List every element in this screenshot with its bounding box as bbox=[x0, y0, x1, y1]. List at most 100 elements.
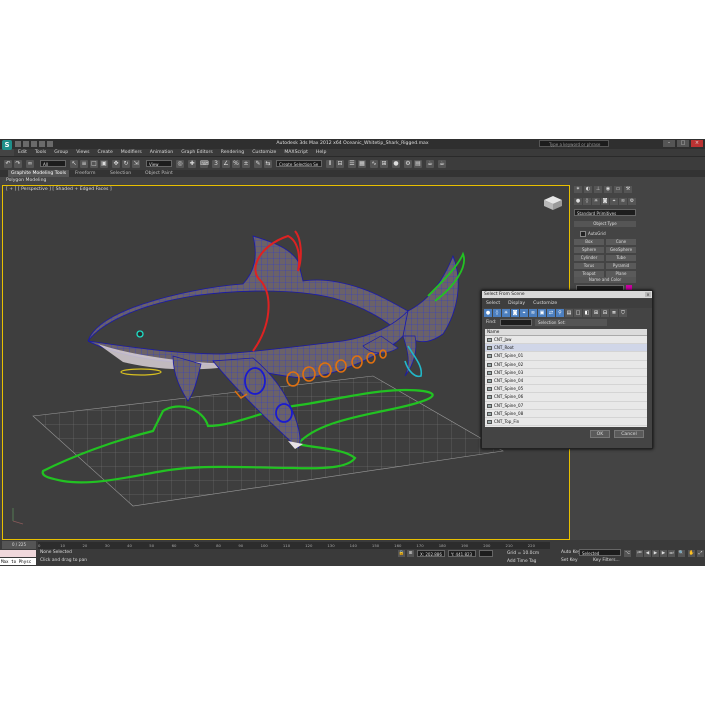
space-warps-filter-icon[interactable]: ≋ bbox=[529, 309, 537, 317]
head-control-spline[interactable] bbox=[252, 280, 270, 352]
previous-frame-icon[interactable]: ◀ bbox=[644, 550, 651, 557]
window-crossing-icon[interactable]: ▣ bbox=[100, 160, 108, 168]
link-icon[interactable]: ∞ bbox=[26, 160, 34, 168]
next-frame-icon[interactable]: ▶ bbox=[660, 550, 667, 557]
list-item[interactable]: CNT_Spine_02 bbox=[485, 361, 647, 369]
graphite-toggle-icon[interactable]: ▦ bbox=[358, 160, 366, 168]
torus-button[interactable]: Torus bbox=[574, 263, 604, 269]
menu-rendering[interactable]: Rendering bbox=[217, 149, 248, 156]
keyboard-shortcut-icon[interactable]: ⌨ bbox=[200, 160, 209, 168]
box-button[interactable]: Box bbox=[574, 239, 604, 245]
list-item[interactable]: CNT_Spine_01 bbox=[485, 352, 647, 361]
key-mode-dropdown[interactable]: Selected bbox=[579, 549, 621, 556]
rectangular-region-icon[interactable]: □ bbox=[90, 160, 98, 168]
name-and-color-rollout[interactable]: Name and Color bbox=[574, 277, 636, 283]
dialog-menu-select[interactable]: Select bbox=[482, 299, 504, 308]
select-by-name-icon[interactable]: ≡ bbox=[80, 160, 88, 168]
scale-icon[interactable]: ⇲ bbox=[132, 160, 140, 168]
dialog-menu-customize[interactable]: Customize bbox=[529, 299, 561, 308]
dialog-menu-display[interactable]: Display bbox=[504, 299, 529, 308]
lights-icon[interactable]: ☀ bbox=[592, 198, 600, 205]
groups-filter-icon[interactable]: ▣ bbox=[538, 309, 546, 317]
find-input[interactable] bbox=[500, 319, 532, 326]
z-coordinate[interactable] bbox=[479, 550, 493, 557]
ok-button[interactable]: OK bbox=[590, 430, 610, 438]
tab-selection[interactable]: Selection bbox=[110, 170, 131, 177]
tube-button[interactable]: Tube bbox=[606, 255, 636, 261]
systems-icon[interactable]: ⚙ bbox=[628, 198, 636, 205]
mirror-tool-icon[interactable]: ⫴ bbox=[326, 160, 334, 168]
geosphere-button[interactable]: GeoSphere bbox=[606, 247, 636, 253]
selection-set-dropdown[interactable]: Selection Set: bbox=[535, 319, 607, 326]
select-none-icon[interactable]: □ bbox=[574, 309, 582, 317]
autogrid-checkbox[interactable]: AutoGrid bbox=[580, 231, 606, 237]
list-item[interactable]: CNT_Jaw bbox=[485, 336, 647, 345]
schematic-view-icon[interactable]: ⊞ bbox=[380, 160, 388, 168]
dialog-close-icon[interactable]: × bbox=[645, 292, 651, 297]
select-object-icon[interactable]: ↖ bbox=[70, 160, 78, 168]
space-warps-icon[interactable]: ≋ bbox=[619, 198, 627, 205]
angle-snap-icon[interactable]: ∠ bbox=[222, 160, 230, 168]
name-column-header[interactable]: Name bbox=[485, 329, 647, 336]
select-all-icon[interactable]: ▤ bbox=[565, 309, 573, 317]
cancel-button[interactable]: Cancel bbox=[614, 430, 644, 438]
help-search-input[interactable]: Type a keyword or phrase bbox=[539, 140, 609, 147]
rotate-icon[interactable]: ↻ bbox=[122, 160, 130, 168]
tab-graphite-modeling-tools[interactable]: Graphite Modeling Tools bbox=[8, 170, 70, 177]
list-item[interactable]: Oceanic_whitetip_shark bbox=[485, 426, 647, 427]
snaps-toggle-icon[interactable]: 3 bbox=[212, 160, 220, 168]
key-filters-button[interactable]: Key Filters... bbox=[593, 558, 620, 563]
pan-icon[interactable]: ✋ bbox=[688, 550, 695, 557]
menu-help[interactable]: Help bbox=[312, 149, 330, 156]
close-icon[interactable]: × bbox=[691, 140, 703, 147]
mirror-icon[interactable]: ⇆ bbox=[264, 160, 272, 168]
lock-selection-icon[interactable]: 🔒 bbox=[398, 550, 405, 557]
list-item[interactable]: CNT_Spine_07 bbox=[485, 402, 647, 410]
xrefs-filter-icon[interactable]: ⇄ bbox=[547, 309, 555, 317]
maxscript-listener[interactable]: Max to Physc bbox=[0, 550, 36, 565]
modify-tab-icon[interactable]: ◐ bbox=[584, 186, 592, 193]
geometry-icon[interactable]: ● bbox=[574, 198, 582, 205]
geometry-filter-icon[interactable]: ● bbox=[484, 309, 492, 317]
menu-graph-editors[interactable]: Graph Editors bbox=[177, 149, 217, 156]
object-type-rollout[interactable]: Object Type bbox=[574, 221, 636, 227]
menu-tools[interactable]: Tools bbox=[31, 149, 50, 156]
list-item[interactable]: CNT_Root bbox=[485, 344, 647, 353]
motion-tab-icon[interactable]: ◉ bbox=[604, 186, 612, 193]
tab-freeform[interactable]: Freeform bbox=[75, 170, 95, 177]
autogrid-box[interactable] bbox=[580, 231, 586, 237]
list-item[interactable]: CNT_Top_Fin bbox=[485, 418, 647, 427]
cameras-filter-icon[interactable]: ◙ bbox=[511, 309, 519, 317]
render-production-icon[interactable]: ☕ bbox=[426, 160, 434, 168]
maximize-icon[interactable]: □ bbox=[677, 140, 689, 147]
list-item[interactable]: CNT_Spine_04 bbox=[485, 377, 647, 386]
shapes-icon[interactable]: ◊ bbox=[583, 198, 591, 205]
redo-icon[interactable]: ↷ bbox=[14, 160, 22, 168]
select-invert-icon[interactable]: ◧ bbox=[583, 309, 591, 317]
tab-object-paint[interactable]: Object Paint bbox=[145, 170, 173, 177]
menu-animation[interactable]: Animation bbox=[146, 149, 177, 156]
set-key-icon[interactable]: ⌥ bbox=[624, 550, 631, 557]
menu-views[interactable]: Views bbox=[72, 149, 93, 156]
minimize-icon[interactable]: – bbox=[663, 140, 675, 147]
menu-customize[interactable]: Customize bbox=[248, 149, 280, 156]
sort-icon[interactable]: ≣ bbox=[610, 309, 618, 317]
undo-icon[interactable]: ↶ bbox=[4, 160, 12, 168]
shapes-filter-icon[interactable]: ◊ bbox=[493, 309, 501, 317]
display-influences-icon[interactable]: ⊟ bbox=[601, 309, 609, 317]
play-icon[interactable]: ▶ bbox=[652, 550, 659, 557]
select-manipulate-icon[interactable]: ✚ bbox=[188, 160, 196, 168]
spinner-snap-icon[interactable]: ± bbox=[242, 160, 250, 168]
display-tab-icon[interactable]: ▭ bbox=[614, 186, 622, 193]
bones-filter-icon[interactable]: ⚲ bbox=[556, 309, 564, 317]
go-to-end-icon[interactable]: ⏭ bbox=[668, 550, 675, 557]
zoom-icon[interactable]: 🔍 bbox=[678, 550, 685, 557]
maximize-viewport-icon[interactable]: ⤢ bbox=[697, 550, 704, 557]
menu-modifiers[interactable]: Modifiers bbox=[117, 149, 146, 156]
pivot-center-icon[interactable]: ◎ bbox=[176, 160, 184, 168]
move-icon[interactable]: ✥ bbox=[112, 160, 120, 168]
material-editor-icon[interactable]: ● bbox=[392, 160, 400, 168]
display-children-icon[interactable]: ⊞ bbox=[592, 309, 600, 317]
utilities-tab-icon[interactable]: ⚒ bbox=[624, 186, 632, 193]
rendered-frame-icon[interactable]: ▤ bbox=[414, 160, 422, 168]
